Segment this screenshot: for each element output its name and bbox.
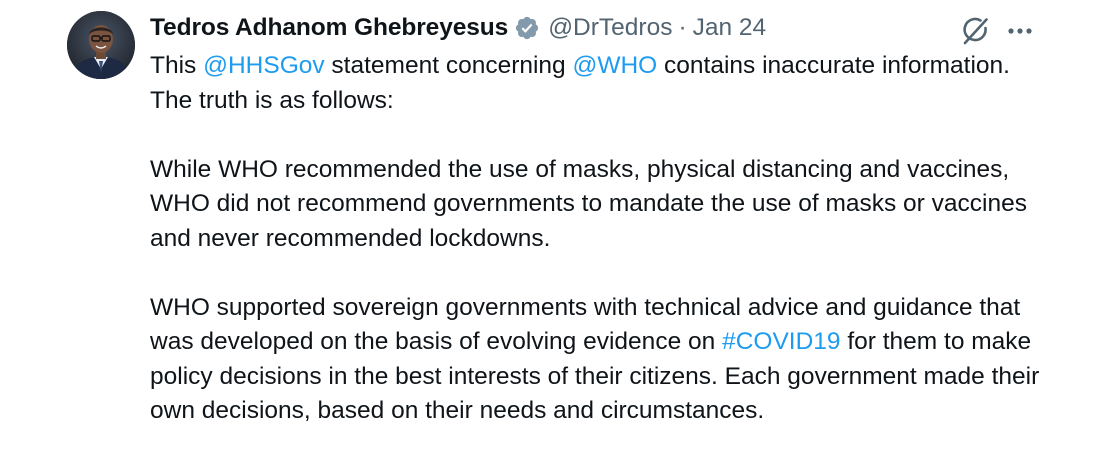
author-handle[interactable]: @DrTedros bbox=[548, 14, 672, 42]
mention-who-link[interactable]: @WHO bbox=[572, 52, 657, 79]
tweet: Tedros Adhanom Ghebreyesus @DrTedros · J… bbox=[0, 0, 1100, 463]
tweet-paragraph-2: While WHO recommended the use of masks, … bbox=[150, 155, 1027, 252]
separator-dot: · bbox=[678, 14, 687, 41]
avatar[interactable] bbox=[67, 11, 135, 79]
tweet-date[interactable]: Jan 24 bbox=[693, 14, 767, 42]
mention-hhsgov-link[interactable]: @HHSGov bbox=[203, 52, 325, 79]
text-segment: This bbox=[150, 52, 204, 79]
hashtag-covid19-link[interactable]: #COVID19 bbox=[722, 328, 840, 355]
tweet-paragraph-3: WHO supported sovereign governments with… bbox=[150, 291, 1050, 429]
tweet-text: This @HHSGov statement concerning @WHO c… bbox=[150, 49, 1050, 429]
author-display-name[interactable]: Tedros Adhanom Ghebreyesus bbox=[150, 14, 508, 42]
verified-badge-icon[interactable] bbox=[514, 15, 540, 41]
text-segment: statement concerning bbox=[324, 52, 573, 79]
grok-icon[interactable] bbox=[958, 14, 992, 48]
tweet-paragraph-1: This @HHSGov statement concerning @WHO c… bbox=[150, 49, 1050, 118]
tweet-header: Tedros Adhanom Ghebreyesus @DrTedros · J… bbox=[150, 11, 766, 45]
more-icon[interactable] bbox=[1003, 14, 1037, 48]
